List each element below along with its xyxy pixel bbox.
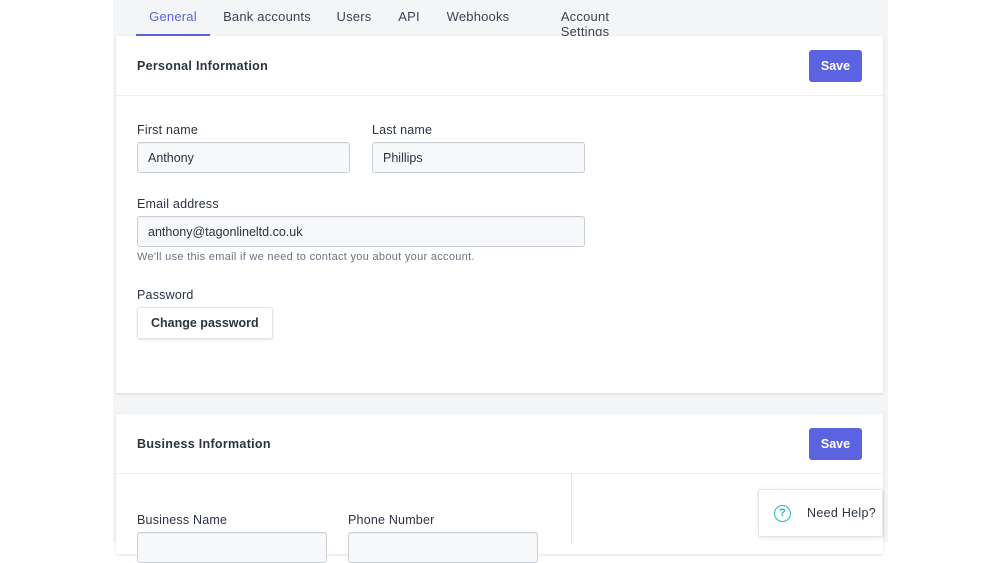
settings-tabs: General Bank accounts Users API Webhooks… [113,0,888,39]
question-circle-icon: ? [774,504,791,522]
need-help-button[interactable]: ? Need Help? [758,489,883,537]
tab-general[interactable]: General [136,0,210,36]
card-title: Business Information [137,436,271,451]
tab-webhooks[interactable]: Webhooks [446,0,510,36]
tab-account-settings[interactable]: Account Settings [535,0,635,39]
email-field[interactable] [137,216,585,247]
change-password-button[interactable]: Change password [137,307,273,339]
password-label: Password [137,288,194,302]
card-header: Business Information Save [116,414,883,474]
tab-users[interactable]: Users [335,0,373,36]
business-name-label: Business Name [137,513,228,527]
column-divider [571,474,572,544]
phone-number-label: Phone Number [348,513,435,527]
first-name-label: First name [137,123,199,137]
phone-number-input[interactable] [348,532,538,563]
first-name-input[interactable] [137,142,350,173]
email-label: Email address [137,197,219,211]
business-name-input[interactable] [137,532,327,563]
last-name-input[interactable] [372,142,585,173]
card-header: Personal Information Save [116,36,883,96]
last-name-label: Last name [372,123,433,137]
need-help-label: Need Help? [807,506,877,520]
personal-information-card: Personal Information Save First name Las… [116,36,883,393]
email-help-text: We'll use this email if we need to conta… [137,251,475,263]
save-button[interactable]: Save [809,427,862,460]
tab-api[interactable]: API [397,0,421,36]
tab-bank-accounts[interactable]: Bank accounts [223,0,311,36]
card-title: Personal Information [137,58,269,73]
save-button[interactable]: Save [809,49,862,82]
